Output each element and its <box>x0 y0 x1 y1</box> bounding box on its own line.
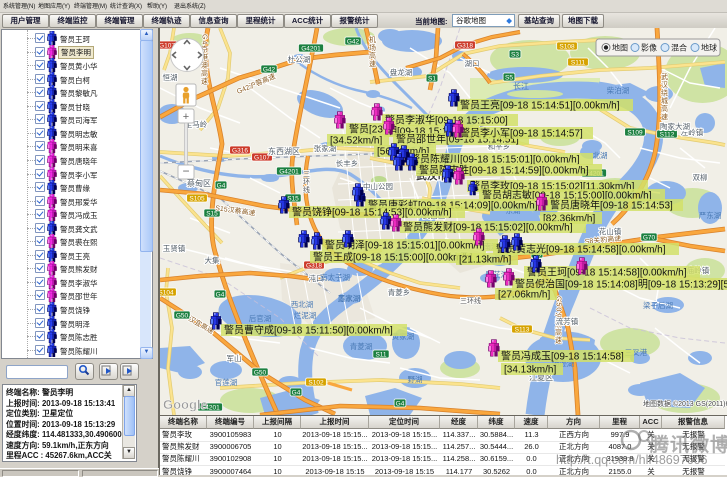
svg-text:警员曹守成[09-18 15:11:50][0.00km/h: 警员曹守成[09-18 15:11:50][0.00km/h] <box>224 324 393 337</box>
svg-text:S108: S108 <box>559 44 575 51</box>
svg-text:恒湖: 恒湖 <box>163 72 178 82</box>
svg-text:流芳镇: 流芳镇 <box>556 316 579 326</box>
svg-text:警员冯成玉[09-18 15:14:58]: 警员冯成玉[09-18 15:14:58] <box>501 350 624 363</box>
svg-text:[27.06km/h]: [27.06km/h] <box>498 290 550 301</box>
svg-text:长江: 长江 <box>513 81 529 91</box>
svg-text:影像: 影像 <box>641 43 657 53</box>
svg-text:S112: S112 <box>660 132 675 139</box>
svg-text:湖口: 湖口 <box>465 59 480 68</box>
svg-text:陶家大湖: 陶家大湖 <box>660 121 690 131</box>
svg-text:武汉绕城高速: 武汉绕城高速 <box>661 72 669 121</box>
svg-text:G318: G318 <box>457 43 473 50</box>
svg-text:G4: G4 <box>217 183 226 190</box>
svg-text:S5: S5 <box>505 75 513 82</box>
svg-text:S3: S3 <box>511 52 519 59</box>
svg-text:东西湖区: 东西湖区 <box>268 146 300 156</box>
svg-text:警员熊发财[09-18 15:15:02][0.00km/h: 警员熊发财[09-18 15:15:02][0.00km/h] <box>403 221 573 234</box>
svg-text:[34.52km/h]: [34.52km/h] <box>330 136 382 147</box>
svg-text:野湖: 野湖 <box>408 375 423 384</box>
svg-text:柴泊湖: 柴泊湖 <box>607 85 630 95</box>
svg-text:严东湖: 严东湖 <box>699 210 722 220</box>
svg-text:S102: S102 <box>308 380 324 387</box>
svg-text:杜公湖: 杜公湖 <box>288 54 311 64</box>
svg-text:G4201: G4201 <box>301 46 321 53</box>
svg-text:机场高速: 机场高速 <box>369 35 377 68</box>
svg-text:混合: 混合 <box>671 43 687 53</box>
svg-text:S15: S15 <box>287 196 299 203</box>
svg-text:S11: S11 <box>375 352 386 359</box>
svg-text:玉贤镇: 玉贤镇 <box>163 243 186 253</box>
svg-text:G42: G42 <box>347 39 360 46</box>
svg-text:警员王成[09-18 15:15:00][0.00km/h]: 警员王成[09-18 15:15:00][0.00km/h] <box>313 251 473 264</box>
svg-text:+: + <box>183 111 189 123</box>
svg-text:后官湖: 后官湖 <box>249 313 272 323</box>
svg-text:西北湖: 西北湖 <box>291 300 314 309</box>
svg-text:警员李小军[09-18 15:14:57]: 警员李小军[09-18 15:14:57] <box>460 127 583 140</box>
svg-text:军山: 军山 <box>227 353 242 363</box>
svg-text:三环线: 三环线 <box>460 296 481 305</box>
svg-text:三环线: 三环线 <box>303 170 311 194</box>
svg-text:警员王亮[09-18 15:14:51][0.00km/h]: 警员王亮[09-18 15:14:51][0.00km/h] <box>460 99 620 112</box>
svg-text:盘龙湖: 盘龙湖 <box>390 67 413 77</box>
svg-text:苏家湖: 苏家湖 <box>338 293 361 303</box>
svg-text:G70: G70 <box>643 235 656 242</box>
svg-text:Google: Google <box>163 397 208 412</box>
svg-text:青菱湖: 青菱湖 <box>350 341 373 351</box>
svg-text:G50: G50 <box>254 370 267 377</box>
svg-text:S111: S111 <box>571 60 586 67</box>
svg-text:地图: 地图 <box>612 43 628 53</box>
svg-text:−: − <box>182 164 189 178</box>
svg-text:花山镇: 花山镇 <box>599 226 622 236</box>
svg-text:地球: 地球 <box>701 43 717 53</box>
svg-text:大集: 大集 <box>205 255 220 265</box>
svg-text:S104: S104 <box>160 290 174 297</box>
svg-text:G50: G50 <box>176 313 189 320</box>
svg-text:[21.13km/h]: [21.13km/h] <box>459 255 511 266</box>
svg-text:S113: S113 <box>515 327 530 334</box>
svg-text:南太子湖: 南太子湖 <box>320 272 350 282</box>
svg-text:警员[23: 警员[23 <box>349 123 383 136</box>
svg-text:中山公园: 中山公园 <box>363 181 393 191</box>
svg-text:S109: S109 <box>627 130 643 137</box>
svg-text:警员唐晓年[09-18 15:14:53]: 警员唐晓年[09-18 15:14:53] <box>550 199 673 212</box>
svg-text:警员陈耀川[09-18 15:15:01][0.00km/h: 警员陈耀川[09-18 15:15:01][0.00km/h] <box>410 153 580 166</box>
svg-text:长丰乡: 长丰乡 <box>336 158 359 168</box>
svg-text:地图数据 ©2013 GS(2011)6020号: 地图数据 ©2013 GS(2011)6020号 <box>643 399 727 408</box>
svg-text:G318: G318 <box>306 263 322 270</box>
svg-text:G4: G4 <box>396 401 405 408</box>
svg-text:警员饶铮[09-18 15:14:53][0.00km/h]: 警员饶铮[09-18 15:14:53][0.00km/h] <box>292 206 452 219</box>
svg-text:S1: S1 <box>428 76 436 83</box>
svg-text:G4: G4 <box>216 292 225 299</box>
svg-text:G316: G316 <box>232 148 248 155</box>
svg-text:官莲湖: 官莲湖 <box>215 377 238 387</box>
svg-text:G4201: G4201 <box>279 169 299 176</box>
svg-text:北湖: 北湖 <box>593 151 608 160</box>
svg-text:梁子后湖: 梁子后湖 <box>643 300 673 310</box>
svg-text:[34.13km/h]: [34.13km/h] <box>504 365 556 376</box>
svg-text:G4: G4 <box>292 390 301 397</box>
svg-text:双柳: 双柳 <box>693 172 708 182</box>
svg-text:警员王珂[09-18 15:14:58][0.00km/h]: 警员王珂[09-18 15:14:58][0.00km/h] <box>527 266 687 279</box>
svg-text:青菱乡: 青菱乡 <box>388 287 411 297</box>
svg-text:S105: S105 <box>189 196 205 203</box>
svg-text:烂泥湖: 烂泥湖 <box>294 310 317 320</box>
